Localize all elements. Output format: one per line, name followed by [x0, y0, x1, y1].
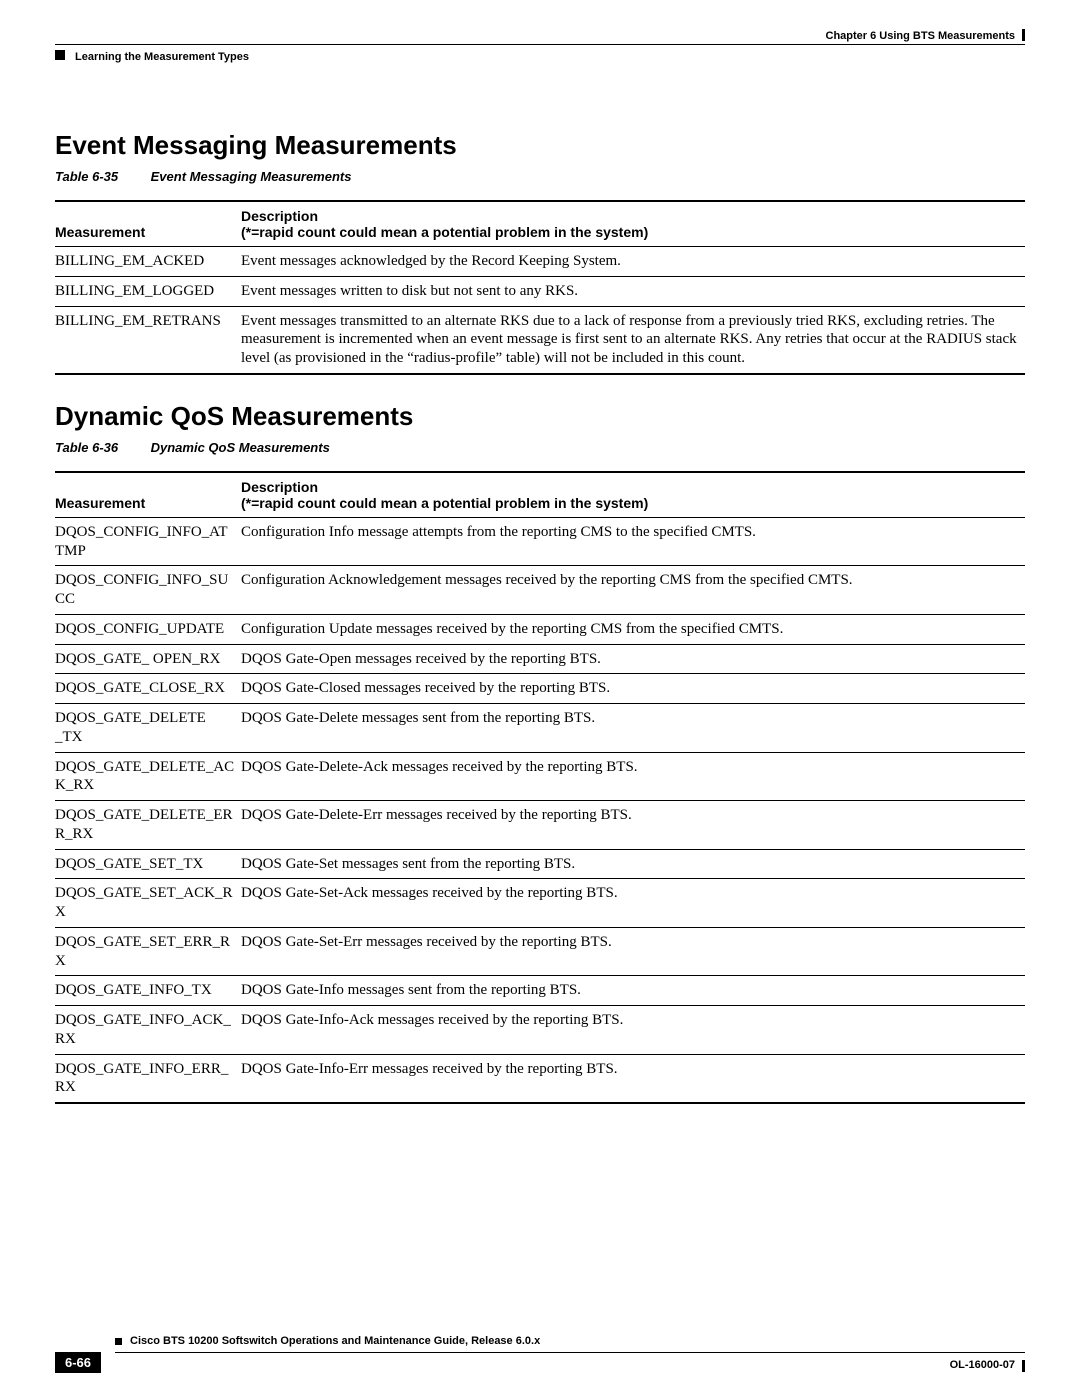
table-row: DQOS_GATE_INFO_ACK_RXDQOS Gate-Info-Ack …	[55, 1006, 1025, 1055]
footer-square-icon	[115, 1338, 122, 1345]
th-description: Description (*=rapid count could mean a …	[241, 472, 1025, 518]
measurement-cell: BILLING_EM_LOGGED	[55, 276, 241, 306]
table-row: BILLING_EM_RETRANSEvent messages transmi…	[55, 306, 1025, 374]
th-measurement: Measurement	[55, 201, 241, 247]
th-measurement: Measurement	[55, 472, 241, 518]
measurement-cell: DQOS_CONFIG_INFO_SUCC	[55, 566, 241, 615]
header-square-icon	[55, 50, 65, 60]
table-event-messaging: Measurement Description (*=rapid count c…	[55, 200, 1025, 375]
table-row: DQOS_GATE_SET_TXDQOS Gate-Set messages s…	[55, 849, 1025, 879]
measurement-cell: DQOS_GATE_INFO_ACK_RX	[55, 1006, 241, 1055]
measurement-cell: BILLING_EM_RETRANS	[55, 306, 241, 374]
table-row: DQOS_GATE_ OPEN_RXDQOS Gate-Open message…	[55, 644, 1025, 674]
description-cell: Event messages transmitted to an alterna…	[241, 306, 1025, 374]
table-row: DQOS_CONFIG_INFO_SUCCConfiguration Ackno…	[55, 566, 1025, 615]
description-cell: DQOS Gate-Set messages sent from the rep…	[241, 849, 1025, 879]
page-number: 6-66	[55, 1352, 101, 1373]
measurement-cell: DQOS_CONFIG_INFO_ATTMP	[55, 517, 241, 566]
table-row: DQOS_CONFIG_INFO_ATTMPConfiguration Info…	[55, 517, 1025, 566]
description-cell: Configuration Update messages received b…	[241, 614, 1025, 644]
th-desc-line1: Description	[241, 479, 318, 495]
description-cell: DQOS Gate-Info messages sent from the re…	[241, 976, 1025, 1006]
measurement-cell: DQOS_GATE_DELETE_ACK_RX	[55, 752, 241, 801]
table-row: BILLING_EM_LOGGEDEvent messages written …	[55, 276, 1025, 306]
content: Event Messaging Measurements Table 6-35 …	[55, 110, 1025, 1130]
description-cell: Event messages acknowledged by the Recor…	[241, 247, 1025, 277]
measurement-cell: DQOS_GATE_DELETE_ERR_RX	[55, 801, 241, 850]
measurement-cell: DQOS_GATE_ OPEN_RX	[55, 644, 241, 674]
th-desc-line2: (*=rapid count could mean a potential pr…	[241, 495, 648, 511]
table-number: Table 6-35	[55, 169, 147, 184]
measurement-cell: DQOS_GATE_SET_TX	[55, 849, 241, 879]
table-row: DQOS_CONFIG_UPDATEConfiguration Update m…	[55, 614, 1025, 644]
measurement-cell: BILLING_EM_ACKED	[55, 247, 241, 277]
table-caption-1: Table 6-35 Event Messaging Measurements	[55, 169, 1025, 184]
table-dqos: Measurement Description (*=rapid count c…	[55, 471, 1025, 1104]
section-heading-event-messaging: Event Messaging Measurements	[55, 130, 1025, 161]
table-title: Dynamic QoS Measurements	[151, 440, 330, 455]
header-chapter: Chapter 6 Using BTS Measurements	[826, 30, 1016, 42]
measurement-cell: DQOS_GATE_SET_ACK_RX	[55, 879, 241, 928]
table-row: DQOS_GATE_CLOSE_RXDQOS Gate-Closed messa…	[55, 674, 1025, 704]
table-row: DQOS_GATE_SET_ERR_RXDQOS Gate-Set-Err me…	[55, 927, 1025, 976]
header-crumb: Learning the Measurement Types	[75, 51, 249, 63]
table-title: Event Messaging Measurements	[151, 169, 352, 184]
table-row: DQOS_GATE_INFO_TXDQOS Gate-Info messages…	[55, 976, 1025, 1006]
header-vbar-icon	[1022, 29, 1025, 41]
footer-title: Cisco BTS 10200 Softswitch Operations an…	[130, 1335, 540, 1347]
table-number: Table 6-36	[55, 440, 147, 455]
section-heading-dqos: Dynamic QoS Measurements	[55, 401, 1025, 432]
header-rule	[55, 44, 1025, 45]
description-cell: Configuration Acknowledgement messages r…	[241, 566, 1025, 615]
table-row: DQOS_GATE_DELETE_ACK_RXDQOS Gate-Delete-…	[55, 752, 1025, 801]
table-row: DQOS_GATE_INFO_ERR_RXDQOS Gate-Info-Err …	[55, 1054, 1025, 1103]
table-caption-2: Table 6-36 Dynamic QoS Measurements	[55, 440, 1025, 455]
footer-vbar-icon	[1022, 1360, 1025, 1372]
table-row: BILLING_EM_ACKEDEvent messages acknowled…	[55, 247, 1025, 277]
table-row: DQOS_GATE_DELETE_ERR_RXDQOS Gate-Delete-…	[55, 801, 1025, 850]
th-desc-line1: Description	[241, 208, 318, 224]
footer-rule	[115, 1352, 1025, 1353]
description-cell: DQOS Gate-Delete-Err messages received b…	[241, 801, 1025, 850]
measurement-cell: DQOS_GATE_INFO_ERR_RX	[55, 1054, 241, 1103]
table-row: DQOS_GATE_DELETE _TXDQOS Gate-Delete mes…	[55, 704, 1025, 753]
measurement-cell: DQOS_GATE_DELETE _TX	[55, 704, 241, 753]
measurement-cell: DQOS_GATE_INFO_TX	[55, 976, 241, 1006]
description-cell: DQOS Gate-Delete-Ack messages received b…	[241, 752, 1025, 801]
description-cell: DQOS Gate-Set-Err messages received by t…	[241, 927, 1025, 976]
footer-docnum: OL-16000-07	[950, 1359, 1015, 1371]
measurement-cell: DQOS_CONFIG_UPDATE	[55, 614, 241, 644]
description-cell: DQOS Gate-Info-Ack messages received by …	[241, 1006, 1025, 1055]
table-row: DQOS_GATE_SET_ACK_RXDQOS Gate-Set-Ack me…	[55, 879, 1025, 928]
description-cell: Event messages written to disk but not s…	[241, 276, 1025, 306]
th-desc-line2: (*=rapid count could mean a potential pr…	[241, 224, 648, 240]
description-cell: Configuration Info message attempts from…	[241, 517, 1025, 566]
measurement-cell: DQOS_GATE_CLOSE_RX	[55, 674, 241, 704]
description-cell: DQOS Gate-Delete messages sent from the …	[241, 704, 1025, 753]
measurement-cell: DQOS_GATE_SET_ERR_RX	[55, 927, 241, 976]
description-cell: DQOS Gate-Set-Ack messages received by t…	[241, 879, 1025, 928]
description-cell: DQOS Gate-Info-Err messages received by …	[241, 1054, 1025, 1103]
description-cell: DQOS Gate-Closed messages received by th…	[241, 674, 1025, 704]
th-description: Description (*=rapid count could mean a …	[241, 201, 1025, 247]
description-cell: DQOS Gate-Open messages received by the …	[241, 644, 1025, 674]
